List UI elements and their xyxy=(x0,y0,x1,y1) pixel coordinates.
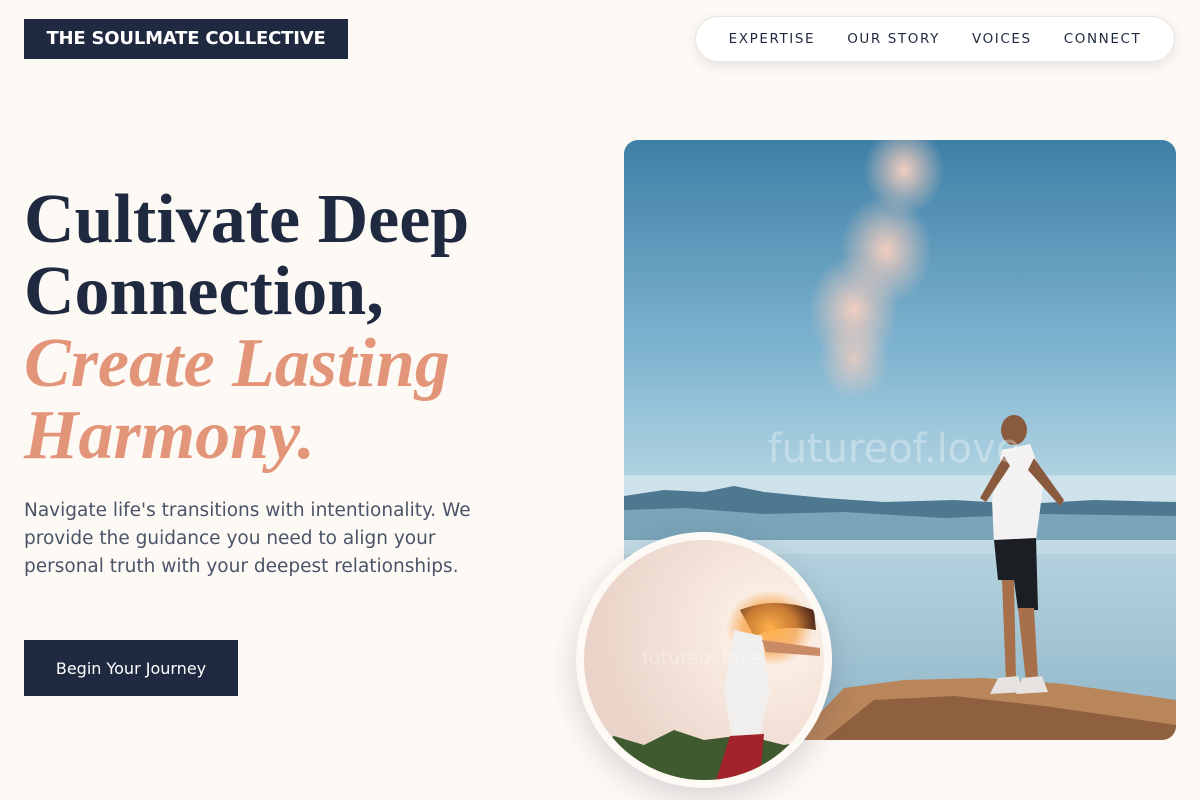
headline-line-1: Cultivate Deep xyxy=(24,181,470,258)
begin-journey-button[interactable]: Begin Your Journey xyxy=(24,640,238,696)
hero-headline: Cultivate Deep Connection, Create Lastin… xyxy=(24,184,584,472)
inset-photo-frame: futureof.love xyxy=(576,532,832,788)
headline-accent-line-1: Create Lasting xyxy=(24,325,450,402)
hero-description: Navigate life's transitions with intenti… xyxy=(24,500,471,577)
hero-photo-watermark: futureof.love xyxy=(768,426,1021,472)
headline-accent-line-2: Harmony. xyxy=(24,397,316,474)
nav-item-our-story[interactable]: OUR STORY xyxy=(847,31,940,47)
inset-photo-woman-sunlight: futureof.love xyxy=(584,540,824,780)
nav-item-connect[interactable]: CONNECT xyxy=(1064,31,1142,47)
inset-photo-watermark: futureof.love xyxy=(642,647,762,669)
main-navigation: EXPERTISE OUR STORY VOICES CONNECT xyxy=(695,16,1175,62)
headline-line-2: Connection, xyxy=(24,253,384,330)
brand-logo[interactable]: THE SOULMATE COLLECTIVE xyxy=(24,19,348,59)
nav-item-voices[interactable]: VOICES xyxy=(972,31,1032,47)
nav-item-expertise[interactable]: EXPERTISE xyxy=(729,31,816,47)
